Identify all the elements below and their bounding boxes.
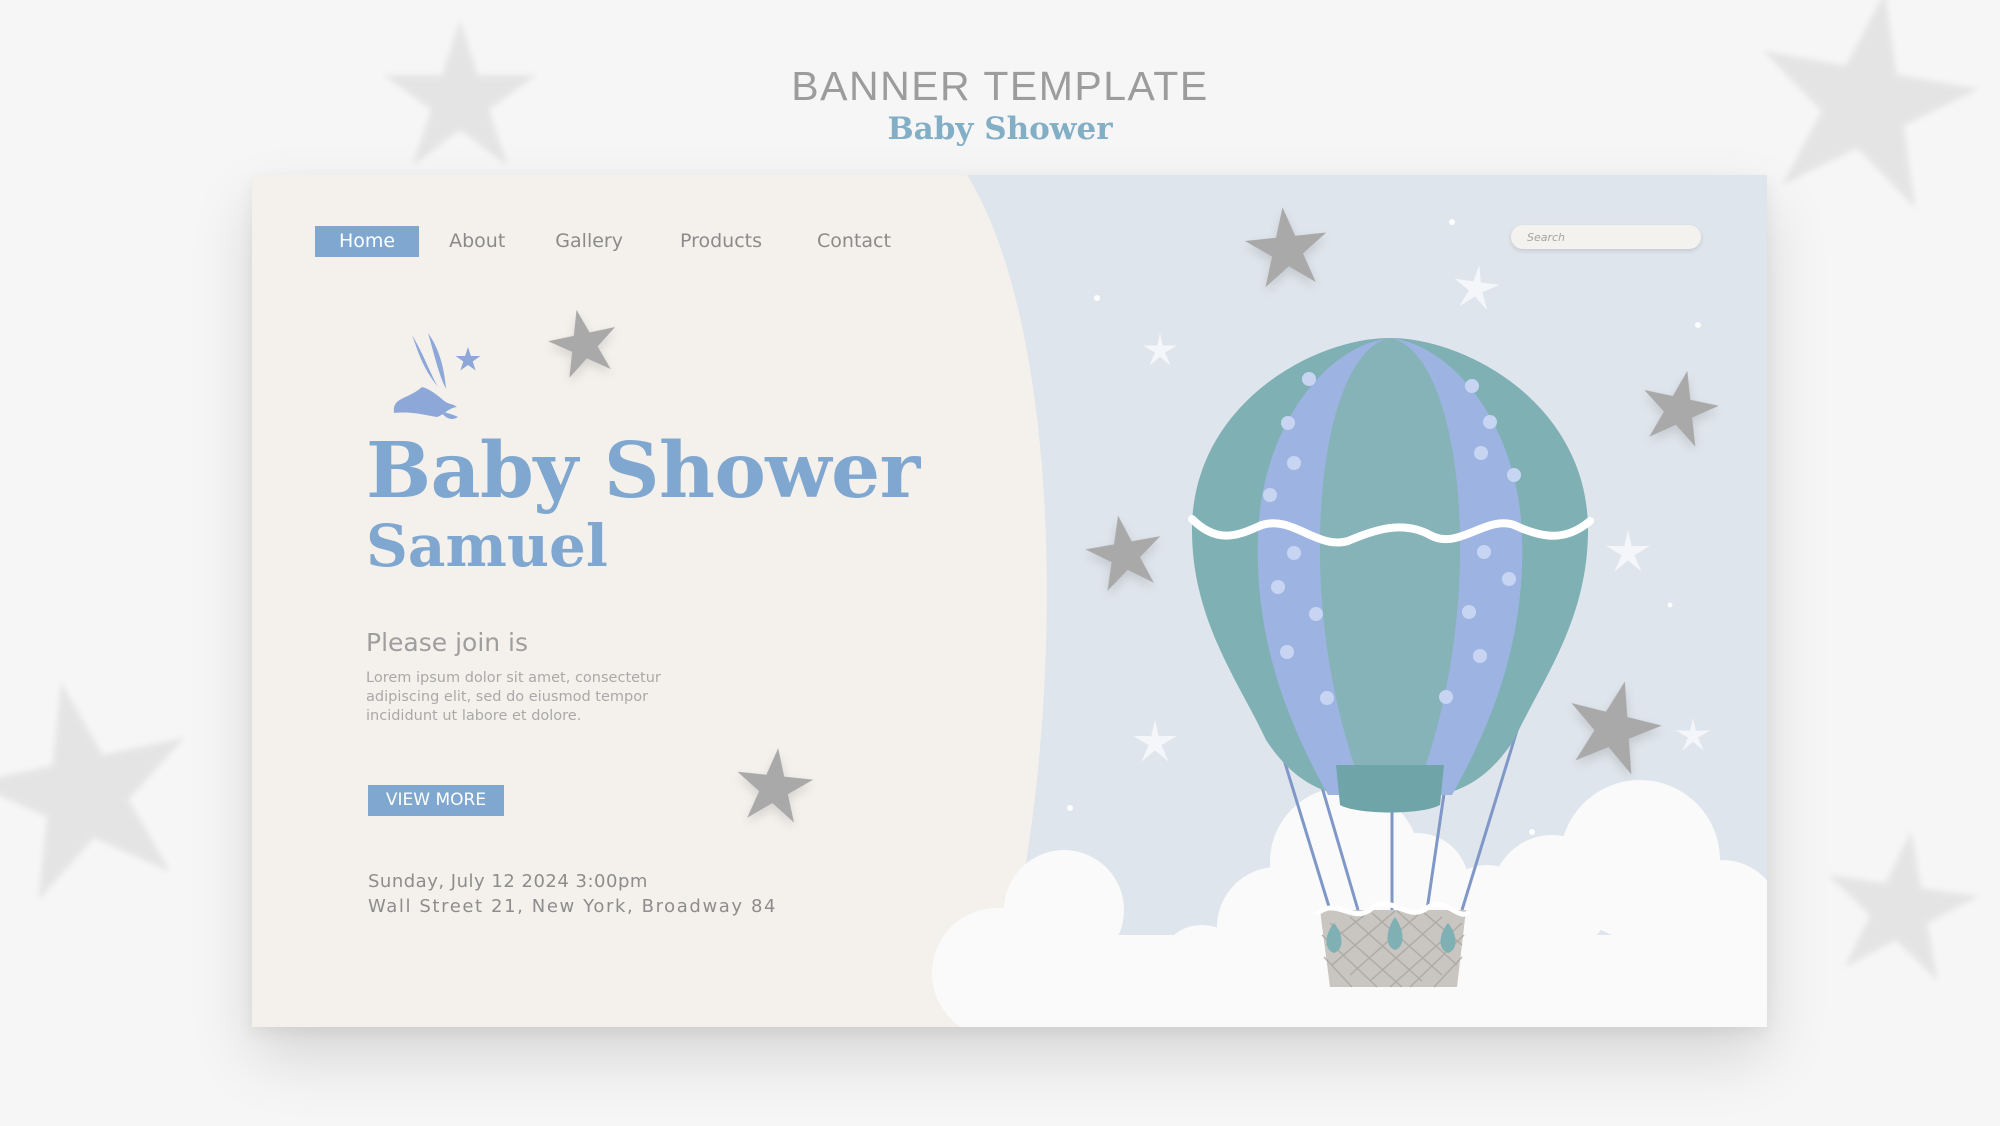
join-heading: Please join is	[366, 628, 529, 657]
background-star-icon	[1820, 830, 1980, 990]
main-nav: Home About Gallery Products Contact	[315, 226, 891, 257]
event-address: Wall Street 21, New York, Broadway 84	[368, 896, 778, 917]
nav-contact[interactable]: Contact	[817, 226, 891, 257]
event-date: Sunday, July 12 2024 3:00pm	[368, 871, 648, 892]
cloud-icon	[932, 780, 1767, 1027]
banner-header: BANNER TEMPLATE Baby Shower	[0, 62, 2000, 148]
nav-products[interactable]: Products	[680, 226, 762, 257]
search-input[interactable]: Search	[1511, 225, 1701, 249]
search-placeholder: Search	[1527, 230, 1566, 244]
banner-title: BANNER TEMPLATE	[791, 63, 1209, 109]
nav-gallery[interactable]: Gallery	[555, 226, 623, 257]
nav-about[interactable]: About	[449, 226, 505, 257]
banner-card: Home About Gallery Products Contact Sear…	[252, 175, 1767, 1027]
nav-home[interactable]: Home	[315, 226, 420, 257]
body-text: Lorem ipsum dolor sit amet, consectetur …	[366, 670, 661, 724]
banner-subtitle: Baby Shower	[887, 111, 1113, 147]
hero-title: Baby Shower	[366, 426, 920, 516]
hero-name: Samuel	[366, 512, 608, 580]
background-star-icon	[0, 680, 200, 910]
view-more-button[interactable]: VIEW MORE	[368, 785, 504, 816]
